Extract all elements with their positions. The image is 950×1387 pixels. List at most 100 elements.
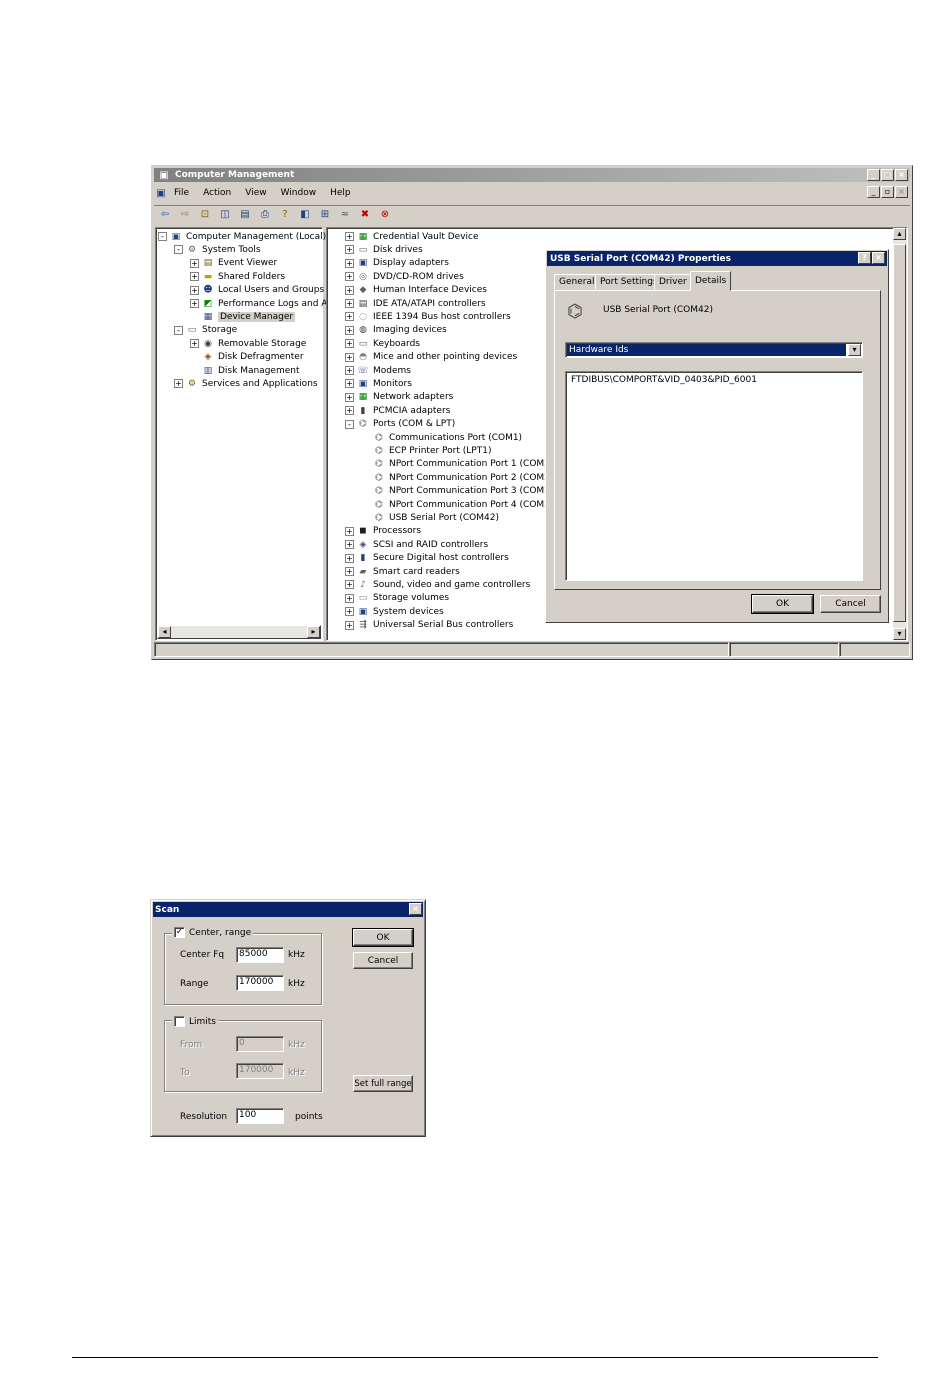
device-tree-item-row[interactable]: + ◈ SCSI and RAID controllers — [345, 538, 488, 551]
center-range-checkbox[interactable]: ✓ — [174, 927, 185, 938]
from-input[interactable]: 0 — [236, 1036, 284, 1052]
device-tree-item-row[interactable]: + ◍ Imaging devices — [345, 324, 447, 337]
expand-icon[interactable]: + — [345, 406, 354, 416]
device-tree-item-row[interactable]: + ▭ Storage volumes — [345, 592, 449, 605]
update-driver-icon[interactable]: ≈ — [338, 208, 352, 221]
child-minimize-button[interactable]: _ — [867, 186, 880, 198]
child-restore-button[interactable]: ▫ — [881, 186, 894, 198]
scan-ok-button[interactable]: OK — [352, 928, 414, 947]
expand-icon[interactable]: + — [345, 540, 354, 550]
limits-checkbox[interactable] — [174, 1016, 185, 1027]
tab-details[interactable]: Details — [690, 271, 732, 291]
tab-general[interactable]: General — [554, 274, 600, 290]
up-folder-icon[interactable]: ⊡ — [198, 208, 212, 221]
collapse-icon[interactable]: - — [174, 325, 183, 335]
device-tree-item-row[interactable]: + ◓ Mice and other pointing devices — [345, 351, 517, 364]
console-tree-item-row[interactable]: + ▬ Shared Folders — [190, 270, 285, 283]
device-tree-item-row[interactable]: + ▭ Keyboards — [345, 337, 420, 350]
expand-icon[interactable]: + — [345, 392, 354, 402]
scan-title-bar[interactable]: Scan × — [153, 902, 423, 917]
child-close-button[interactable]: × — [895, 186, 908, 198]
device-tree-item-row[interactable]: ⌬ NPort Communication Port 2 (COM23) — [361, 471, 559, 484]
console-tree-item-row[interactable]: + ◉ Removable Storage — [190, 337, 306, 350]
expand-icon[interactable]: + — [345, 526, 354, 536]
device-tree-item-row[interactable]: + ▮ PCMCIA adapters — [345, 404, 450, 417]
maximize-button[interactable]: □ — [881, 169, 894, 181]
scroll-left-button[interactable]: ◂ — [158, 626, 171, 638]
property-dropdown[interactable]: Hardware Ids ▾ — [565, 342, 863, 358]
chevron-down-icon[interactable]: ▾ — [848, 344, 861, 356]
expand-icon[interactable]: + — [345, 325, 354, 335]
scroll-thumb[interactable] — [893, 244, 906, 622]
console-tree-item-row[interactable]: ◈ Disk Defragmenter — [190, 351, 304, 364]
expand-icon[interactable]: + — [345, 285, 354, 295]
show-hide-tree-icon[interactable]: ◫ — [218, 208, 232, 221]
expand-icon[interactable]: + — [190, 339, 199, 349]
device-tree-item-row[interactable]: ⌬ ECP Printer Port (LPT1) — [361, 444, 491, 457]
minimize-button[interactable]: _ — [867, 169, 880, 181]
console-tree-item-row[interactable]: - ▣ Computer Management (Local) — [158, 230, 326, 243]
menu-file[interactable]: File — [174, 188, 189, 198]
back-arrow-icon[interactable]: ⇦ — [158, 208, 172, 221]
tab-driver[interactable]: Driver — [654, 274, 692, 290]
ok-button[interactable]: OK — [751, 594, 814, 614]
device-tree-item-row[interactable]: + ◎ DVD/CD-ROM drives — [345, 270, 464, 283]
uninstall-icon[interactable]: ✖ — [358, 208, 372, 221]
expand-icon[interactable]: + — [174, 379, 183, 389]
device-tree-item-row[interactable]: + ▦ Network adapters — [345, 391, 453, 404]
device-tree-item-row[interactable]: + ▣ Display adapters — [345, 257, 449, 270]
scroll-down-button[interactable]: ▾ — [893, 628, 906, 640]
expand-icon[interactable]: + — [345, 379, 354, 389]
expand-icon[interactable]: + — [345, 620, 354, 630]
scan-close-button[interactable]: × — [409, 903, 422, 915]
horizontal-scrollbar[interactable]: ◂ ▸ — [157, 625, 321, 639]
device-tree-item-row[interactable]: + ⇶ Universal Serial Bus controllers — [345, 619, 513, 632]
console-tree-item-row[interactable]: + ▤ Event Viewer — [190, 257, 277, 270]
console-tree-pane[interactable]: - ▣ Computer Management (Local) - ⚙ System To… — [155, 227, 346, 641]
vertical-scrollbar[interactable]: ▴ ▾ — [893, 228, 907, 640]
console-tree-item-row[interactable]: ▥ Disk Management — [190, 364, 300, 377]
console-tree-item-row[interactable]: - ⚙ System Tools — [174, 243, 261, 256]
device-tree-item-row[interactable]: + ◌ IEEE 1394 Bus host controllers — [345, 310, 511, 323]
resolution-input[interactable]: 100 — [236, 1108, 284, 1124]
limits-checkbox-row[interactable]: Limits — [172, 1016, 218, 1027]
forward-arrow-icon[interactable]: ⇨ — [178, 208, 192, 221]
expand-icon[interactable]: + — [345, 312, 354, 322]
properties-close-button[interactable]: × — [872, 252, 885, 264]
expand-icon[interactable]: + — [345, 366, 354, 375]
expand-icon[interactable]: + — [345, 339, 354, 349]
cm-title-bar[interactable]: ▣ Computer Management _ □ × — [154, 168, 910, 182]
device-tree-item-row[interactable]: + ▤ IDE ATA/ATAPI controllers — [345, 297, 486, 310]
expand-icon[interactable]: + — [345, 607, 354, 617]
device-tree-item-row[interactable]: + ▰ Smart card readers — [345, 565, 460, 578]
expand-icon[interactable]: + — [345, 352, 354, 362]
console-tree-item-row[interactable]: ▦ Device Manager — [190, 310, 296, 323]
device-tree-item-row[interactable]: + ▣ Monitors — [345, 377, 412, 390]
device-tree-item-row[interactable]: + ◆ Human Interface Devices — [345, 284, 487, 297]
cancel-button[interactable]: Cancel — [820, 595, 881, 613]
menu-view[interactable]: View — [245, 188, 266, 198]
disable-icon[interactable]: ⊗ — [378, 208, 392, 221]
device-tree-item-row[interactable]: ⌬ USB Serial Port (COM42) — [361, 511, 499, 524]
scroll-right-button[interactable]: ▸ — [307, 626, 320, 638]
console-tree-item-row[interactable]: + ⚙ Services and Applications — [174, 377, 318, 390]
menu-action[interactable]: Action — [203, 188, 231, 198]
properties-icon[interactable]: ▤ — [238, 208, 252, 221]
view-icon[interactable]: ◧ — [298, 208, 312, 221]
expand-icon[interactable]: + — [345, 553, 354, 563]
scan-hardware-icon[interactable]: ⊞ — [318, 208, 332, 221]
properties-title-bar[interactable]: USB Serial Port (COM42) Properties ? × — [547, 251, 887, 266]
close-button[interactable]: × — [895, 169, 908, 181]
help-button[interactable]: ? — [858, 252, 871, 264]
device-tree-item-row[interactable]: + ▦ Credential Vault Device — [345, 230, 479, 243]
tab-port-settings[interactable]: Port Settings — [595, 274, 663, 290]
device-tree-item-row[interactable]: ⌬ Communications Port (COM1) — [361, 431, 522, 444]
expand-icon[interactable]: + — [190, 299, 199, 308]
scroll-up-button[interactable]: ▴ — [893, 228, 906, 240]
collapse-icon[interactable]: - — [158, 232, 167, 241]
scan-cancel-button[interactable]: Cancel — [353, 952, 413, 969]
console-tree-item-row[interactable]: + ☻ Local Users and Groups — [190, 284, 324, 297]
menu-window[interactable]: Window — [281, 188, 317, 198]
collapse-icon[interactable]: - — [174, 245, 183, 255]
expand-icon[interactable]: + — [190, 258, 199, 268]
